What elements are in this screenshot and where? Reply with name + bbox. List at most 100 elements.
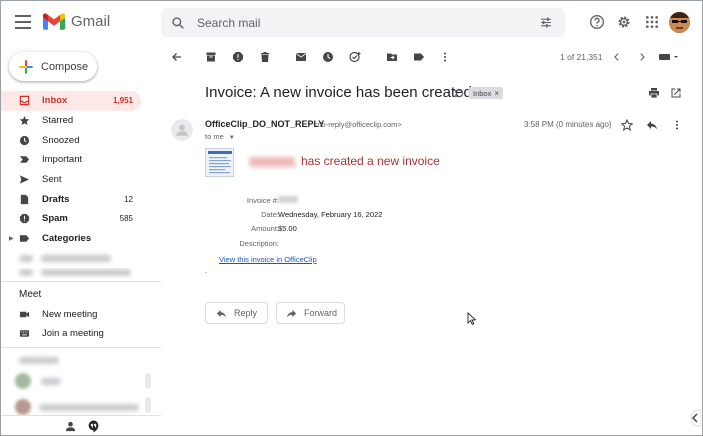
search-bar[interactable] <box>161 8 565 37</box>
more-options-icon[interactable] <box>438 50 452 64</box>
search-input[interactable] <box>197 15 517 30</box>
apps-grid-icon[interactable] <box>644 14 660 30</box>
back-arrow-icon[interactable] <box>170 50 184 64</box>
person-icon[interactable] <box>65 421 76 432</box>
remove-label-icon[interactable]: × <box>494 89 499 98</box>
invoice-document-image <box>205 148 234 177</box>
sidebar-item-drafts[interactable]: Drafts 12 <box>1 189 141 209</box>
sidebar-item-sent[interactable]: Sent <box>1 170 141 190</box>
person-icon <box>176 124 188 136</box>
inbox-icon <box>19 95 30 106</box>
app-name: Gmail <box>71 13 111 30</box>
account-avatar[interactable] <box>669 12 690 33</box>
sidebar-item-redacted[interactable] <box>1 268 161 278</box>
video-icon <box>19 311 30 317</box>
help-icon[interactable] <box>589 14 605 30</box>
reply-button-label: Reply <box>234 308 258 318</box>
settings-gear-icon[interactable] <box>616 14 632 30</box>
chip-label: Inbox <box>473 88 492 98</box>
hangouts-contact[interactable] <box>15 399 139 415</box>
sidebar-item-label: Drafts <box>42 193 70 205</box>
join-meeting-item[interactable]: Join a meeting <box>19 325 104 341</box>
email-timestamp: 3:58 PM (0 minutes ago) <box>524 120 612 129</box>
redacted-company-name <box>249 156 295 167</box>
side-panel-expand-icon[interactable] <box>687 409 701 427</box>
pagination-text: 1 of 21,351 <box>560 52 603 62</box>
chevron-down-icon: ▼ <box>228 135 235 141</box>
sidebar-bottom-bar <box>1 415 161 435</box>
compose-plus-icon <box>19 59 33 74</box>
important-icon <box>19 154 30 165</box>
move-to-icon[interactable] <box>385 50 399 64</box>
newer-chevron-icon[interactable] <box>610 50 624 64</box>
sidebar-divider <box>1 347 161 348</box>
delete-icon[interactable] <box>258 50 272 64</box>
main-menu-icon[interactable] <box>15 15 31 29</box>
unread-count: 1,951 <box>112 96 133 106</box>
field-key: Invoice #: <box>246 196 279 205</box>
sidebar-item-redacted[interactable] <box>1 249 161 268</box>
field-value: Wednesday, February 16, 2022 <box>278 210 383 219</box>
avatar-face-icon <box>669 12 690 33</box>
search-icon[interactable] <box>171 16 185 30</box>
more-vert-icon[interactable] <box>671 119 683 131</box>
important-marker-icon[interactable] <box>453 88 464 99</box>
draft-icon <box>19 194 30 205</box>
hangouts-redacted <box>19 357 59 364</box>
spam-count: 585 <box>119 214 133 224</box>
invoice-headline: has created a new invoice <box>249 154 440 168</box>
sender-name[interactable]: OfficeClip_DO_NOT_REPLY <box>205 119 324 129</box>
clock-icon <box>19 135 30 146</box>
sidebar-item-categories[interactable]: ▶ Categories <box>1 229 141 249</box>
reply-icon[interactable] <box>646 119 658 131</box>
forward-button[interactable]: Forward <box>276 302 345 324</box>
older-chevron-icon[interactable] <box>635 50 649 64</box>
field-key: Date: <box>261 210 279 219</box>
star-outline-icon[interactable] <box>621 119 633 131</box>
body-trailing-dot: . <box>205 268 207 275</box>
add-task-icon[interactable] <box>348 50 362 64</box>
inbox-label-chip[interactable]: Inbox × <box>469 87 504 99</box>
field-key: Amount: <box>251 224 279 233</box>
recipient-details-toggle[interactable]: to me ▼ <box>205 132 235 141</box>
send-icon <box>19 174 30 185</box>
mouse-cursor-icon <box>467 312 476 325</box>
sidebar-item-inbox[interactable]: Inbox 1,951 <box>1 91 141 111</box>
mark-unread-icon[interactable] <box>294 50 308 64</box>
sidebar-item-label: Starred <box>42 115 74 127</box>
reply-icon <box>216 309 227 318</box>
gmail-window: Gmail Compose Inbox 1,951 Starred <box>0 0 703 436</box>
hangouts-scrollbar[interactable] <box>145 397 151 413</box>
hangouts-contact[interactable] <box>15 373 61 389</box>
meet-section-title: Meet <box>19 289 42 300</box>
sender-avatar[interactable] <box>171 119 193 141</box>
hangouts-icon[interactable] <box>87 420 100 433</box>
hangouts-scrollbar[interactable] <box>145 373 151 389</box>
snooze-icon[interactable] <box>321 50 335 64</box>
expand-arrow-icon[interactable]: ▶ <box>9 235 14 242</box>
field-value-redacted <box>278 196 298 205</box>
compose-button[interactable]: Compose <box>9 52 97 81</box>
sidebar-item-important[interactable]: Important <box>1 150 141 170</box>
sidebar-item-snoozed[interactable]: Snoozed <box>1 130 141 150</box>
recipient-text: to me <box>205 132 224 141</box>
archive-icon[interactable] <box>204 50 218 64</box>
search-options-icon[interactable] <box>539 16 553 29</box>
reply-button[interactable]: Reply <box>205 302 268 324</box>
headline-text: has created a new invoice <box>301 154 440 168</box>
field-key: Description: <box>239 239 279 248</box>
sidebar-item-label: Snoozed <box>42 134 80 146</box>
top-header: Gmail <box>1 1 702 45</box>
report-spam-icon[interactable] <box>231 50 245 64</box>
print-icon[interactable] <box>648 87 660 99</box>
view-invoice-link[interactable]: View this invoice in OfficeClip <box>219 255 317 264</box>
input-tools-icon[interactable] <box>658 50 680 64</box>
sidebar-item-label: Important <box>42 154 83 166</box>
gmail-logo[interactable]: Gmail <box>43 13 110 30</box>
sidebar-item-spam[interactable]: Spam 585 <box>1 209 141 229</box>
sidebar-item-starred[interactable]: Starred <box>1 111 141 131</box>
new-meeting-item[interactable]: New meeting <box>19 306 97 322</box>
meet-item-label: Join a meeting <box>42 327 104 339</box>
open-new-window-icon[interactable] <box>670 87 682 99</box>
labels-icon[interactable] <box>412 50 426 64</box>
